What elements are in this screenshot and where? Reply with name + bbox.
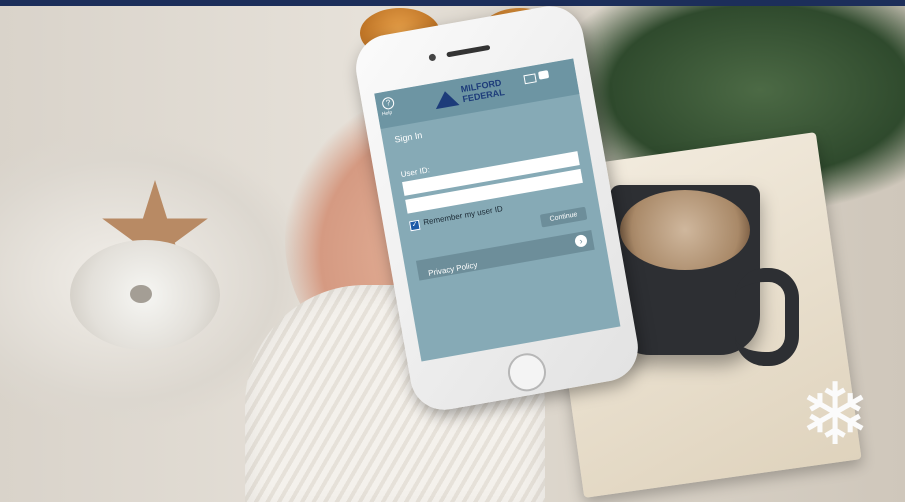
page-title: Sign In: [393, 129, 424, 145]
message-icon[interactable]: [537, 70, 550, 80]
donut-hole: [130, 285, 152, 303]
photo-scene: ❄ ? Help MILFORD FEDERAL Sign In User ID…: [0, 0, 905, 502]
remember-checkbox[interactable]: ✓: [409, 219, 421, 232]
mail-icon[interactable]: [523, 73, 537, 85]
coffee-surface: [620, 190, 750, 270]
front-camera: [428, 53, 437, 62]
continue-button[interactable]: Continue: [539, 206, 588, 228]
help-label: Help: [381, 109, 393, 118]
home-button[interactable]: [504, 350, 549, 395]
mug-handle: [735, 268, 799, 366]
logo-mark-icon: [433, 89, 460, 110]
app-header: ? Help MILFORD FEDERAL: [374, 58, 580, 130]
bank-logo: MILFORD FEDERAL: [432, 72, 525, 111]
earpiece-speaker: [446, 44, 491, 58]
phone-screen: ? Help MILFORD FEDERAL Sign In User ID: …: [374, 58, 621, 362]
help-icon[interactable]: ?: [381, 96, 396, 111]
snowflake-decoration: ❄: [798, 365, 872, 465]
top-border: [0, 0, 905, 6]
